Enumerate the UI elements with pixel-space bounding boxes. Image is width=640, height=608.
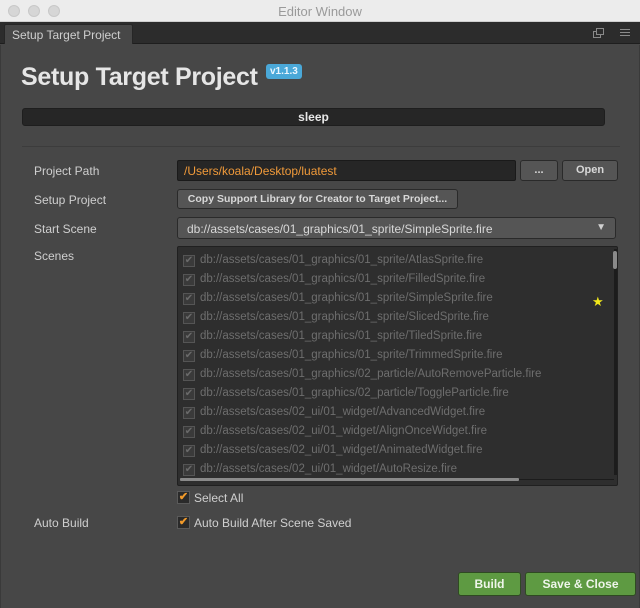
scene-path: db://assets/cases/01_graphics/02_particl… [200,387,509,399]
auto-build-checkbox[interactable]: ✔ [177,516,190,529]
page-title: Setup Target Project [21,63,258,91]
start-scene-value: db://assets/cases/01_graphics/01_sprite/… [187,222,493,236]
scene-path: db://assets/cases/02_ui/01_widget/Animat… [200,444,483,456]
build-button[interactable]: Build [458,572,521,596]
browse-button[interactable]: ... [520,160,558,181]
vertical-scrollbar-track[interactable] [614,249,617,475]
scene-path: db://assets/cases/02_ui/01_widget/AlignO… [200,425,488,437]
scene-checkbox[interactable]: ✔ [183,331,195,343]
popout-icon[interactable] [592,26,606,40]
open-button[interactable]: Open [562,160,618,181]
window-title: Editor Window [278,4,362,19]
scenes-list[interactable]: ✔ db://assets/cases/01_graphics/01_sprite… [177,246,618,486]
select-all-label[interactable]: Select All [194,491,243,505]
scene-checkbox[interactable]: ✔ [183,464,195,476]
scene-checkbox[interactable]: ✔ [183,255,195,267]
auto-build-checkbox-label[interactable]: Auto Build After Scene Saved [194,516,351,530]
scene-path: db://assets/cases/01_graphics/01_sprite/… [200,273,486,285]
scene-checkbox[interactable]: ✔ [183,445,195,457]
scene-checkbox[interactable]: ✔ [183,293,195,305]
version-badge: v1.1.3 [266,64,302,79]
scene-checkbox[interactable]: ✔ [183,312,195,324]
scene-path: db://assets/cases/01_graphics/01_sprite/… [200,311,489,323]
horizontal-scrollbar-thumb[interactable] [180,478,519,481]
scene-list-item[interactable]: ✔ db://assets/cases/01_graphics/01_sprite… [183,309,603,328]
scene-path: db://assets/cases/02_ui/01_widget/Advanc… [200,406,486,418]
scene-checkbox[interactable]: ✔ [183,369,195,381]
start-scene-label: Start Scene [34,222,97,236]
menu-icon[interactable] [618,26,632,40]
status-bar: sleep [22,108,605,126]
copy-support-library-button[interactable]: Copy Support Library for Creator to Targ… [177,189,458,209]
save-close-button[interactable]: Save & Close [525,572,636,596]
scene-path: db://assets/cases/01_graphics/01_sprite/… [200,254,484,266]
scene-list-item[interactable]: ✔ db://assets/cases/01_graphics/01_sprite… [183,271,603,290]
horizontal-scrollbar-track[interactable] [519,479,614,480]
scene-checkbox[interactable]: ✔ [183,426,195,438]
scene-list-item[interactable]: ✔ db://assets/cases/02_ui/01_widget/Advan… [183,404,603,423]
scene-path: db://assets/cases/02_ui/01_widget/AutoRe… [200,463,457,475]
tab-setup-target-project[interactable]: Setup Target Project [4,24,133,44]
vertical-scrollbar-thumb[interactable] [613,251,617,269]
scene-path: db://assets/cases/01_graphics/01_sprite/… [200,292,493,304]
tab-bar: Setup Target Project [0,22,640,44]
scene-list-item[interactable]: ✔ db://assets/cases/01_graphics/01_sprite… [183,328,603,347]
scene-list-item[interactable]: ✔ db://assets/cases/01_graphics/02_partic… [183,366,603,385]
dropdown-arrow-icon: ▼ [596,222,606,233]
project-path-input[interactable]: /Users/koala/Desktop/luatest [177,160,516,181]
start-scene-select[interactable]: db://assets/cases/01_graphics/01_sprite/… [177,217,616,239]
scene-path: db://assets/cases/01_graphics/02_particl… [200,368,542,380]
scene-list-item[interactable]: ✔ db://assets/cases/02_ui/01_widget/Align… [183,423,603,442]
scene-list-item[interactable]: ✔ db://assets/cases/01_graphics/01_sprite… [183,290,603,309]
auto-build-label: Auto Build [34,516,89,530]
scene-list-item[interactable]: ✔ db://assets/cases/01_graphics/02_partic… [183,385,603,404]
scene-list-item[interactable]: ✔ db://assets/cases/01_graphics/01_sprite… [183,347,603,366]
scene-path: db://assets/cases/01_graphics/01_sprite/… [200,349,503,361]
scene-list-item[interactable]: ✔ db://assets/cases/02_ui/01_widget/Anima… [183,442,603,461]
scene-checkbox[interactable]: ✔ [183,388,195,400]
scene-path: db://assets/cases/01_graphics/01_sprite/… [200,330,483,342]
setup-project-label: Setup Project [34,193,107,207]
scenes-label: Scenes [34,249,75,263]
scene-checkbox[interactable]: ✔ [183,274,195,286]
select-all-checkbox[interactable]: ✔ [177,491,190,504]
star-icon: ★ [592,294,604,309]
scene-checkbox[interactable]: ✔ [183,350,195,362]
project-path-label: Project Path [34,164,100,178]
scene-list-item[interactable]: ✔ db://assets/cases/01_graphics/01_sprite… [183,252,603,271]
title-bar: Editor Window [0,0,640,22]
divider [22,146,620,147]
scene-checkbox[interactable]: ✔ [183,407,195,419]
main-panel: Setup Target Project v1.1.3 sleep Projec… [0,45,640,608]
